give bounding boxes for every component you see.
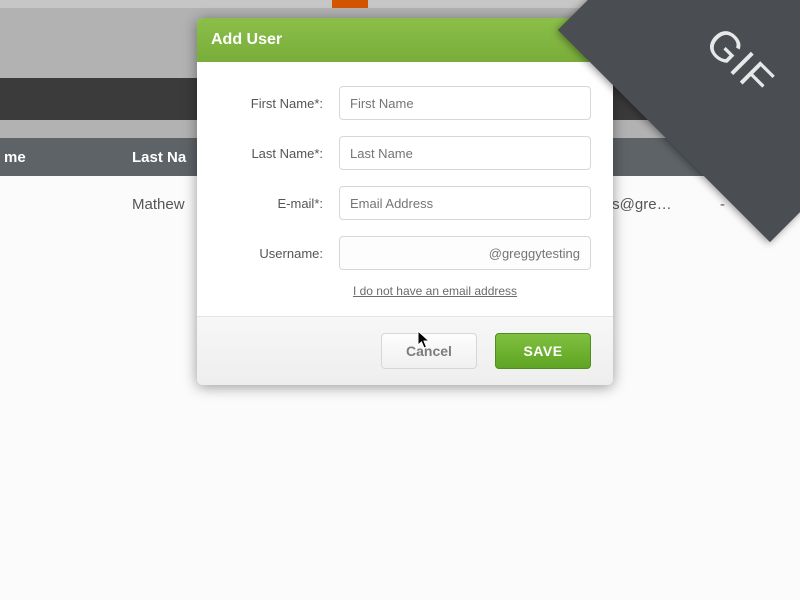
add-user-modal: Add User ✕ First Name*: Last Name*: E-ma…	[197, 18, 613, 385]
no-email-row: I do not have an email address	[219, 284, 591, 298]
cancel-button[interactable]: Cancel	[381, 333, 477, 369]
modal-title: Add User	[211, 31, 282, 49]
username-row: Username:	[219, 236, 591, 270]
username-input[interactable]	[339, 236, 591, 270]
bg-accent-tab	[332, 0, 368, 8]
last-name-row: Last Name*:	[219, 136, 591, 170]
first-name-input[interactable]	[339, 86, 591, 120]
email-row: E-mail*:	[219, 186, 591, 220]
no-email-link[interactable]: I do not have an email address	[353, 284, 517, 298]
bg-col-last-name: Last Na	[132, 138, 186, 176]
first-name-row: First Name*:	[219, 86, 591, 120]
modal-footer: Cancel SAVE	[197, 316, 613, 385]
first-name-label: First Name*:	[219, 96, 339, 111]
bg-row-email: /s@gre…	[608, 196, 688, 213]
username-label: Username:	[219, 246, 339, 261]
bg-row-dash: -	[720, 196, 725, 213]
modal-header: Add User ✕	[197, 18, 613, 62]
bg-strip	[0, 0, 800, 8]
bg-col-partial: me	[4, 138, 26, 176]
email-input[interactable]	[339, 186, 591, 220]
save-button[interactable]: SAVE	[495, 333, 591, 369]
modal-body: First Name*: Last Name*: E-mail*: Userna…	[197, 62, 613, 316]
last-name-label: Last Name*:	[219, 146, 339, 161]
close-icon[interactable]: ✕	[581, 31, 599, 49]
bg-row-first-name: Mathew	[132, 196, 185, 213]
last-name-input[interactable]	[339, 136, 591, 170]
email-label: E-mail*:	[219, 196, 339, 211]
